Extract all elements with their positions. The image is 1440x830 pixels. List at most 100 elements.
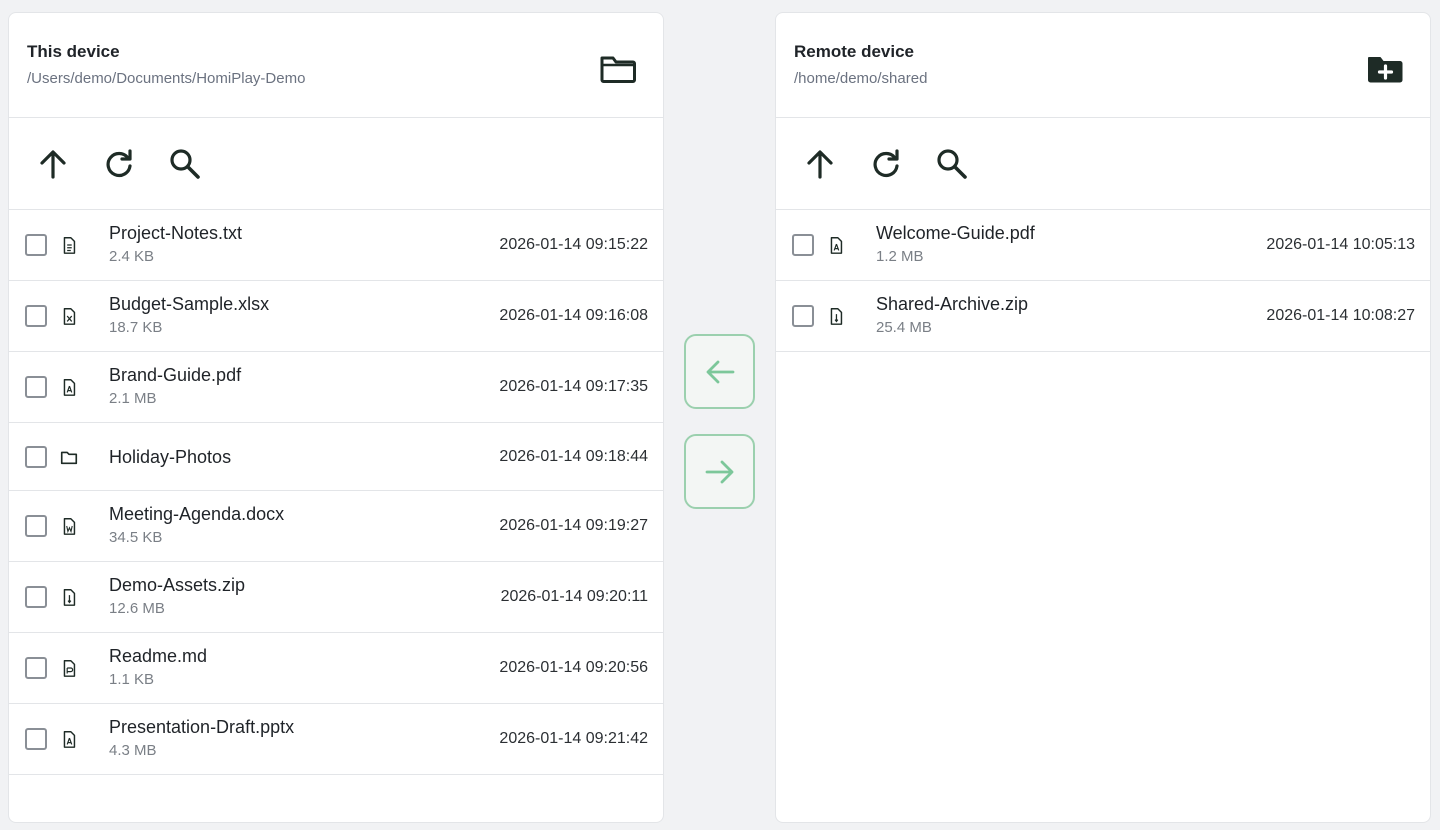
local-panel-title: This device — [27, 42, 120, 61]
file-name: Presentation-Draft.pptx — [109, 717, 295, 737]
refresh-icon — [873, 148, 899, 177]
remote-refresh-button[interactable] — [868, 146, 904, 182]
file-text: Budget-Sample.xlsx 18.7 KB — [109, 293, 269, 337]
file-name: Project-Notes.txt — [109, 223, 243, 243]
folder-open-icon — [600, 56, 636, 83]
file-checkbox[interactable] — [792, 234, 814, 256]
file-name: Meeting-Agenda.docx — [109, 504, 285, 524]
file-checkbox[interactable] — [25, 515, 47, 537]
file-name: Brand-Guide.pdf — [109, 365, 242, 385]
local-refresh-button[interactable] — [101, 146, 137, 182]
file-checkbox[interactable] — [792, 305, 814, 327]
arrow-up-icon — [807, 149, 833, 179]
file-checkbox[interactable] — [25, 305, 47, 327]
file-row[interactable]: Project-Notes.txt 2.4 KB 2026-01-14 09:15:… — [9, 210, 663, 281]
file-size: 18.7 KB — [109, 319, 163, 336]
file-size: 25.4 MB — [876, 319, 932, 336]
search-icon — [937, 148, 967, 179]
file-size: 1.1 KB — [109, 671, 155, 688]
file-checkbox[interactable] — [25, 445, 47, 468]
local-path: /Users/demo/Documents/HomiPlay-Demo — [27, 70, 306, 87]
remote-toolbar — [776, 118, 1430, 210]
refresh-icon — [106, 148, 132, 177]
spreadsheet-file-icon — [59, 306, 79, 326]
file-modified-date: 2026-01-14 09:19:27 — [499, 517, 648, 534]
folder-icon — [59, 447, 79, 467]
zip-file-icon — [59, 587, 79, 607]
pdf-file-icon — [59, 729, 79, 749]
file-name: Demo-Assets.zip — [109, 575, 246, 595]
file-row[interactable]: Meeting-Agenda.docx 34.5 KB 2026-01-14 09:… — [9, 491, 663, 562]
create-folder-icon — [1368, 57, 1403, 83]
file-row[interactable]: Demo-Assets.zip 12.6 MB 2026-01-14 09:20:1… — [9, 562, 663, 633]
file-name: Holiday-Photos — [109, 447, 232, 467]
file-modified-date: 2026-01-14 09:20:56 — [499, 659, 648, 676]
local-device-panel: This device /Users/demo/Documents/HomiPl… — [8, 12, 664, 823]
text-file-icon — [59, 235, 79, 255]
file-size: 4.3 MB — [109, 742, 157, 759]
file-modified-date: 2026-01-14 10:08:27 — [1266, 307, 1415, 324]
file-row[interactable]: Brand-Guide.pdf 2.1 MB 2026-01-14 09:17:35 — [9, 352, 663, 423]
file-name: Welcome-Guide.pdf — [876, 223, 1035, 243]
file-name: Readme.md — [109, 646, 208, 666]
create-folder-button[interactable] — [1366, 51, 1404, 87]
local-panel-header: This device /Users/demo/Documents/HomiPl… — [9, 13, 663, 118]
local-up-button[interactable] — [35, 146, 71, 182]
remote-search-button[interactable] — [934, 146, 970, 182]
file-row[interactable]: Presentation-Draft.pptx 4.3 MB 2026-01-14 … — [9, 704, 663, 775]
file-text: Welcome-Guide.pdf 1.2 MB — [876, 222, 1035, 266]
arrow-left-icon — [706, 360, 734, 383]
download-to-local-button[interactable] — [684, 334, 755, 409]
remote-device-panel: Remote device /home/demo/shared Welcome-… — [775, 12, 1431, 823]
file-modified-date: 2026-01-14 09:21:42 — [499, 730, 648, 747]
file-checkbox[interactable] — [25, 728, 47, 750]
upload-to-remote-button[interactable] — [684, 434, 755, 509]
file-text: Shared-Archive.zip 25.4 MB — [876, 293, 1028, 337]
file-modified-date: 2026-01-14 09:20:11 — [500, 588, 648, 605]
file-size: 1.2 MB — [876, 248, 924, 265]
file-checkbox[interactable] — [25, 234, 47, 256]
file-modified-date: 2026-01-14 09:17:35 — [499, 378, 648, 395]
file-row[interactable]: Readme.md 1.1 KB 2026-01-14 09:20:56 — [9, 633, 663, 704]
local-file-list: Project-Notes.txt 2.4 KB 2026-01-14 09:15:… — [9, 210, 663, 775]
open-folder-button[interactable] — [599, 51, 637, 87]
file-text: Brand-Guide.pdf 2.1 MB — [109, 364, 241, 408]
file-checkbox[interactable] — [25, 657, 47, 679]
remote-panel-header: Remote device /home/demo/shared — [776, 13, 1430, 118]
word-file-icon — [59, 516, 79, 536]
file-text: Presentation-Draft.pptx 4.3 MB — [109, 716, 294, 760]
file-text: Readme.md 1.1 KB — [109, 645, 207, 689]
local-toolbar — [9, 118, 663, 210]
pdf-file-icon — [826, 235, 846, 255]
file-name: Shared-Archive.zip — [876, 294, 1029, 314]
file-checkbox[interactable] — [25, 586, 47, 608]
markdown-file-icon — [59, 658, 79, 678]
file-modified-date: 2026-01-14 09:18:44 — [499, 447, 648, 465]
remote-up-button[interactable] — [802, 146, 838, 182]
file-text: Demo-Assets.zip 12.6 MB — [109, 574, 245, 618]
file-size: 2.1 MB — [109, 390, 157, 407]
file-modified-date: 2026-01-14 10:05:13 — [1266, 236, 1415, 253]
remote-panel-title: Remote device — [794, 42, 914, 61]
file-modified-date: 2026-01-14 09:16:08 — [499, 307, 648, 324]
file-row[interactable]: Budget-Sample.xlsx 18.7 KB 2026-01-14 09:1… — [9, 281, 663, 352]
file-size: 34.5 KB — [109, 529, 163, 546]
search-icon — [170, 148, 200, 179]
file-row[interactable]: Holiday-Photos 2026-01-14 09:18:44 — [9, 423, 663, 491]
local-search-button[interactable] — [167, 146, 203, 182]
file-checkbox[interactable] — [25, 376, 47, 398]
file-text: Meeting-Agenda.docx 34.5 KB — [109, 503, 284, 547]
zip-file-icon — [826, 306, 846, 326]
remote-file-list: Welcome-Guide.pdf 1.2 MB 2026-01-14 10:05:… — [776, 210, 1430, 352]
file-size: 2.4 KB — [109, 248, 155, 265]
pdf-file-icon — [59, 377, 79, 397]
arrow-right-icon — [705, 460, 733, 483]
remote-path: /home/demo/shared — [794, 70, 928, 87]
file-text: Project-Notes.txt 2.4 KB — [109, 222, 242, 266]
file-row[interactable]: Welcome-Guide.pdf 1.2 MB 2026-01-14 10:05:… — [776, 210, 1430, 281]
file-size: 12.6 MB — [109, 600, 165, 617]
arrow-up-icon — [40, 149, 66, 179]
file-text: Holiday-Photos — [109, 446, 231, 468]
file-row[interactable]: Shared-Archive.zip 25.4 MB 2026-01-14 10:0… — [776, 281, 1430, 352]
file-modified-date: 2026-01-14 09:15:22 — [499, 236, 648, 253]
